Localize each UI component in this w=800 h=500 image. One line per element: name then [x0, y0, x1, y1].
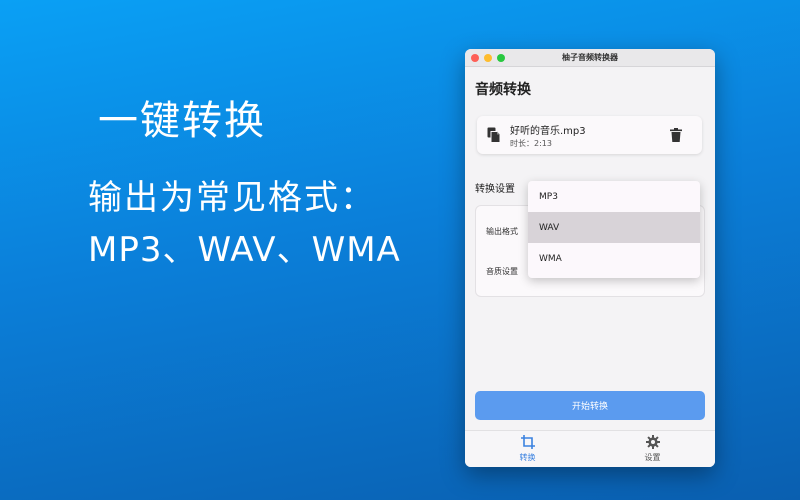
tab-convert[interactable]: 转换: [465, 431, 590, 467]
crop-icon: [520, 435, 535, 449]
quality-label: 音质设置: [486, 267, 518, 276]
promo-panel: 一键转换 输出为常见格式： MP3、WAV、WMA: [0, 0, 460, 500]
output-format-label: 输出格式: [486, 227, 518, 236]
settings-section-label: 转换设置: [475, 184, 515, 195]
promo-subtitle-line2: MP3、WAV、WMA: [88, 230, 401, 270]
file-card[interactable]: 好听的音乐.mp3 时长：2:13: [477, 116, 702, 154]
file-name: 好听的音乐.mp3: [510, 126, 586, 137]
tab-settings[interactable]: 设置: [590, 431, 715, 467]
promo-title: 一键转换: [98, 98, 266, 144]
gear-icon: [645, 435, 660, 449]
format-option-wma[interactable]: WMA: [528, 243, 700, 274]
minimize-window-button[interactable]: [484, 54, 492, 62]
copy-icon: [487, 127, 501, 143]
close-window-button[interactable]: [471, 54, 479, 62]
zoom-window-button[interactable]: [497, 54, 505, 62]
window-title: 柚子音频转换器: [562, 53, 618, 62]
tab-convert-label: 转换: [519, 453, 536, 462]
tab-bar: 转换 设置: [465, 430, 715, 467]
file-duration: 时长：2:13: [510, 139, 552, 148]
page-title: 音频转换: [475, 82, 531, 98]
app-window: 柚子音频转换器 音频转换 好听的音乐.mp3 时长：2:13 转换设置 输出格式…: [465, 49, 715, 467]
format-option-wav[interactable]: WAV: [528, 212, 700, 243]
format-option-mp3[interactable]: MP3: [528, 181, 700, 212]
format-dropdown-menu[interactable]: MP3 WAV WMA: [528, 181, 700, 278]
trash-icon[interactable]: [670, 128, 682, 142]
promo-subtitle-line1: 输出为常见格式：: [88, 178, 376, 218]
tab-settings-label: 设置: [644, 453, 661, 462]
start-convert-button[interactable]: 开始转换: [475, 391, 705, 420]
window-controls: [471, 54, 505, 62]
title-bar[interactable]: 柚子音频转换器: [465, 49, 715, 67]
